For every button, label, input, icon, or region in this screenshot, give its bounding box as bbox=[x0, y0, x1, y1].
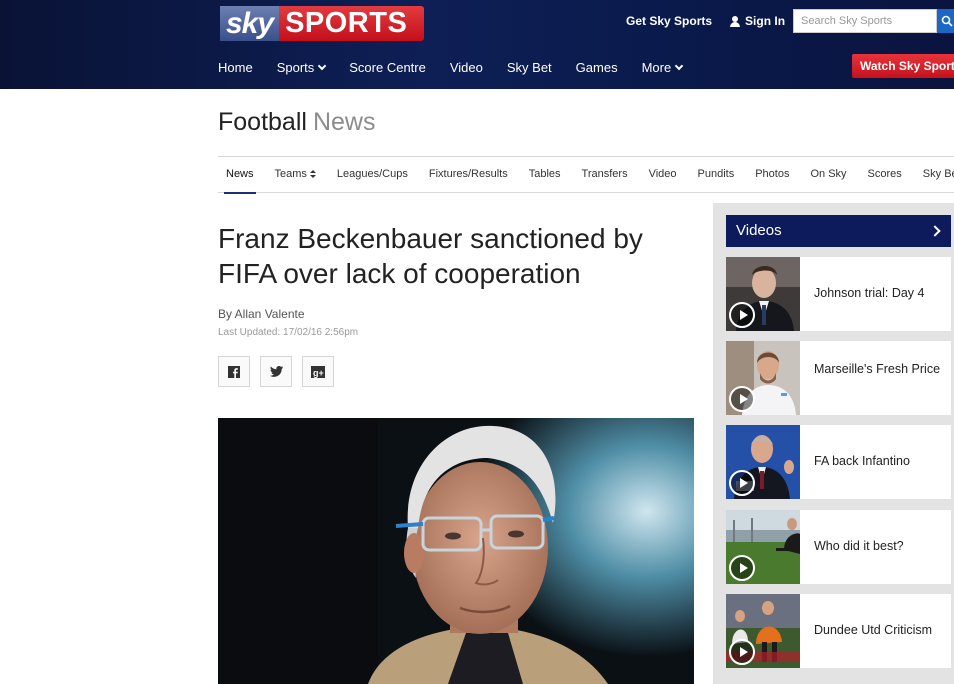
section-subtitle: News bbox=[312, 108, 376, 136]
tab-teams[interactable]: Teams bbox=[275, 168, 316, 180]
tab-fixtures-results[interactable]: Fixtures/Results bbox=[429, 168, 508, 180]
tab-photos[interactable]: Photos bbox=[755, 168, 789, 180]
facebook-icon bbox=[228, 365, 240, 378]
play-icon bbox=[729, 555, 755, 581]
get-sky-sports-link[interactable]: Get Sky Sports bbox=[626, 14, 712, 28]
share-buttons: g+ bbox=[218, 356, 334, 387]
nav-sports[interactable]: Sports bbox=[277, 60, 327, 75]
article-headline: Franz Beckenbauer sanctioned by FIFA ove… bbox=[218, 223, 643, 289]
twitter-share-button[interactable] bbox=[260, 356, 292, 387]
google-plus-icon: g+ bbox=[311, 365, 325, 378]
videos-title: Videos bbox=[736, 222, 782, 239]
nav-score-centre[interactable]: Score Centre bbox=[349, 60, 426, 75]
facebook-share-button[interactable] bbox=[218, 356, 250, 387]
videos-sidebar: Videos Johnson trial: Day 4 Marseille's … bbox=[713, 203, 954, 684]
video-title[interactable]: FA back Infantino bbox=[814, 454, 944, 469]
search-icon bbox=[941, 15, 953, 27]
tab-leagues-cups[interactable]: Leagues/Cups bbox=[337, 168, 408, 180]
video-card[interactable]: FA back Infantino bbox=[726, 425, 951, 499]
video-title[interactable]: Who did it best? bbox=[814, 539, 944, 554]
search-input[interactable]: Search Sky Sports bbox=[793, 9, 937, 33]
play-icon bbox=[729, 639, 755, 665]
video-thumbnail[interactable] bbox=[726, 257, 800, 331]
video-card[interactable]: Johnson trial: Day 4 bbox=[726, 257, 951, 331]
chevron-right-icon bbox=[929, 225, 941, 237]
user-icon bbox=[730, 15, 741, 27]
google-plus-share-button[interactable]: g+ bbox=[302, 356, 334, 387]
nav-sky-bet[interactable]: Sky Bet bbox=[507, 60, 552, 75]
tab-scores[interactable]: Scores bbox=[868, 168, 902, 180]
logo-sports-text: SPORTS bbox=[279, 6, 424, 41]
chevron-down-icon bbox=[318, 61, 327, 70]
section-subnav: News Teams Leagues/Cups Fixtures/Results… bbox=[218, 156, 954, 194]
watch-sky-sports-button[interactable]: Watch Sky Sports bbox=[852, 54, 954, 78]
site-header: sky SPORTS Get Sky Sports Sign In Search… bbox=[0, 0, 954, 89]
search-button[interactable] bbox=[937, 9, 954, 33]
sign-in-label: Sign In bbox=[745, 14, 786, 28]
tab-tables[interactable]: Tables bbox=[529, 168, 561, 180]
video-thumbnail[interactable] bbox=[726, 510, 800, 584]
article-hero-image bbox=[218, 418, 694, 684]
tab-sky-bet[interactable]: Sky Bet bbox=[923, 168, 954, 180]
sky-sports-logo[interactable]: sky SPORTS bbox=[220, 6, 424, 41]
hero-photo bbox=[218, 418, 694, 684]
section-title: Football bbox=[218, 108, 307, 136]
top-links: Get Sky Sports Sign In bbox=[626, 14, 785, 28]
nav-games[interactable]: Games bbox=[576, 60, 618, 75]
nav-home[interactable]: Home bbox=[218, 60, 253, 75]
play-icon bbox=[729, 470, 755, 496]
logo-sky-text: sky bbox=[220, 6, 280, 41]
tab-news[interactable]: News bbox=[224, 168, 256, 194]
video-title[interactable]: Marseille's Fresh Price bbox=[814, 362, 944, 377]
tab-video[interactable]: Video bbox=[649, 168, 677, 180]
sort-arrows-icon bbox=[309, 169, 316, 179]
main-nav: Home Sports Score Centre Video Sky Bet G… bbox=[218, 60, 706, 75]
article-author[interactable]: By Allan Valente bbox=[218, 307, 305, 321]
video-card[interactable]: Who did it best? bbox=[726, 510, 951, 584]
sign-in-link[interactable]: Sign In bbox=[730, 14, 785, 28]
video-title[interactable]: Dundee Utd Criticism bbox=[814, 623, 944, 638]
play-icon bbox=[729, 302, 755, 328]
twitter-icon bbox=[269, 366, 283, 377]
svg-text:g+: g+ bbox=[313, 368, 324, 378]
video-card[interactable]: Marseille's Fresh Price bbox=[726, 341, 951, 415]
video-card[interactable]: Dundee Utd Criticism bbox=[726, 594, 951, 668]
tab-pundits[interactable]: Pundits bbox=[698, 168, 735, 180]
video-thumbnail[interactable] bbox=[726, 594, 800, 668]
nav-video[interactable]: Video bbox=[450, 60, 483, 75]
nav-more[interactable]: More bbox=[642, 60, 684, 75]
video-thumbnail[interactable] bbox=[726, 341, 800, 415]
video-title[interactable]: Johnson trial: Day 4 bbox=[814, 286, 944, 301]
chevron-down-icon bbox=[674, 61, 684, 70]
tab-transfers[interactable]: Transfers bbox=[582, 168, 628, 180]
tab-on-sky[interactable]: On Sky bbox=[810, 168, 846, 180]
play-icon bbox=[729, 386, 755, 412]
video-thumbnail[interactable] bbox=[726, 425, 800, 499]
article-updated: Last Updated: 17/02/16 2:56pm bbox=[218, 327, 359, 338]
videos-header[interactable]: Videos bbox=[726, 215, 951, 247]
page-title: Football News bbox=[218, 108, 375, 137]
